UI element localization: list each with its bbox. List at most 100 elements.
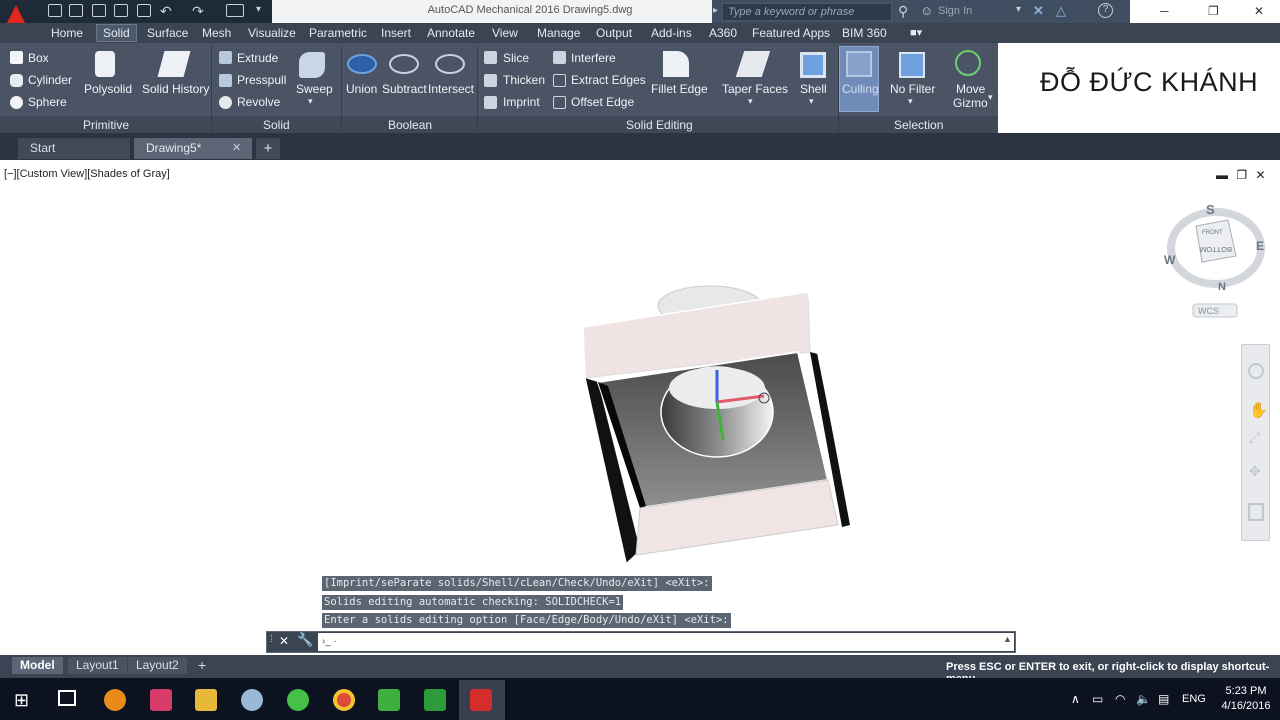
minimize-icon[interactable]: ─ [1160, 4, 1169, 18]
excel-like-icon[interactable] [424, 689, 446, 711]
box-button[interactable]: Box [28, 51, 49, 65]
viewport-restore-icon[interactable]: ❐ [1236, 168, 1247, 182]
paint-icon[interactable] [241, 689, 263, 711]
tab-featured-apps[interactable]: Featured Apps [752, 26, 830, 40]
fillet-edge-button[interactable]: Fillet Edge [651, 82, 708, 96]
tab-parametric[interactable]: Parametric [309, 26, 367, 40]
command-history-toggle-icon[interactable]: ▲ [1003, 634, 1012, 644]
union-button[interactable]: Union [346, 82, 377, 96]
subtract-button[interactable]: Subtract [382, 82, 427, 96]
tab-mesh[interactable]: Mesh [202, 26, 231, 40]
volume-icon[interactable]: 🔈 [1136, 692, 1151, 706]
revolve-button[interactable]: Revolve [237, 95, 280, 109]
slice-button[interactable]: Slice [503, 51, 529, 65]
sweep-button[interactable]: Sweep [296, 82, 333, 96]
battery-icon[interactable]: ▭ [1092, 692, 1103, 706]
tab-model[interactable]: Model [12, 657, 63, 674]
new-file-icon[interactable] [48, 4, 62, 17]
tab-view[interactable]: View [492, 26, 518, 40]
tab-annotate[interactable]: Annotate [427, 26, 475, 40]
no-filter-button[interactable]: No Filter [890, 82, 935, 96]
chrome-icon[interactable] [333, 689, 355, 711]
shell-dropdown-icon[interactable]: ▾ [809, 96, 814, 107]
cylinder-button[interactable]: Cylinder [28, 73, 72, 87]
save-icon[interactable] [92, 4, 106, 17]
task-view-icon[interactable] [58, 690, 76, 706]
taper-faces-button[interactable]: Taper Faces [722, 82, 788, 96]
new-layout-button[interactable]: + [190, 657, 214, 674]
close-icon[interactable]: ✕ [1254, 4, 1264, 18]
shell-button[interactable]: Shell [800, 82, 827, 96]
plot-icon[interactable] [137, 4, 151, 17]
command-input[interactable] [318, 633, 1014, 651]
sign-in-link[interactable]: Sign In [938, 5, 972, 17]
tab-manage[interactable]: Manage [537, 26, 580, 40]
restore-icon[interactable]: ❐ [1208, 4, 1219, 18]
extrude-button[interactable]: Extrude [237, 51, 278, 65]
compass-n[interactable]: N [1218, 281, 1226, 293]
app-green-icon[interactable] [287, 689, 309, 711]
search-expand-icon[interactable]: ▸ [713, 5, 718, 16]
exchange-icon[interactable]: ✕ [1033, 3, 1044, 19]
windows-start-icon[interactable]: ⊞ [14, 690, 29, 711]
no-filter-dropdown-icon[interactable]: ▾ [908, 96, 913, 107]
intersect-button[interactable]: Intersect [428, 82, 474, 96]
file-explorer-icon[interactable] [195, 689, 217, 711]
command-grip-icon[interactable]: ⁞ [270, 634, 273, 645]
sphere-button[interactable]: Sphere [28, 95, 67, 109]
move-gizmo-button[interactable]: Move [956, 82, 985, 96]
compass-w[interactable]: W [1164, 253, 1176, 267]
open-file-icon[interactable] [69, 4, 83, 17]
undo-icon[interactable]: ↶ [160, 3, 172, 20]
viewcube-face-bottom[interactable]: BOTTOM [1200, 245, 1232, 254]
imprint-button[interactable]: Imprint [503, 95, 540, 109]
binoculars-icon[interactable]: ⚲ [898, 3, 908, 20]
offset-edge-button[interactable]: Offset Edge [571, 95, 634, 109]
a360-icon[interactable]: △ [1056, 3, 1066, 19]
interfere-button[interactable]: Interfere [571, 51, 616, 65]
new-tab-button[interactable]: + [256, 138, 280, 159]
workspace-icon[interactable] [226, 4, 244, 17]
extract-edges-button[interactable]: Extract Edges [571, 73, 646, 87]
compass-s[interactable]: S [1206, 202, 1215, 217]
notifications-icon[interactable]: ▤ [1158, 692, 1169, 706]
move-gizmo-dropdown-icon[interactable]: ▾ [988, 92, 993, 103]
tab-bim-360[interactable]: BIM 360 [842, 26, 887, 40]
viewcube-cube[interactable] [1195, 219, 1237, 263]
zoom-extents-icon[interactable]: ⤢ [1249, 429, 1260, 446]
qat-dropdown-icon[interactable]: ▾ [256, 4, 261, 15]
compass-e[interactable]: E [1256, 239, 1264, 253]
viewcube[interactable]: S E W N FRONT BOTTOM WCS [1160, 200, 1272, 325]
ribbon-options-icon[interactable]: ■▾ [910, 26, 922, 39]
input-language[interactable]: ENG [1182, 693, 1206, 705]
tab-add-ins[interactable]: Add-ins [651, 26, 692, 40]
presspull-button[interactable]: Presspull [237, 73, 286, 87]
signin-dropdown-icon[interactable]: ▾ [1016, 4, 1021, 15]
tab-solid[interactable]: Solid [96, 24, 137, 42]
showmotion-icon[interactable] [1248, 503, 1264, 521]
viewcube-face-front[interactable]: FRONT [1202, 230, 1223, 236]
orbit-icon[interactable]: ✥ [1249, 463, 1261, 480]
app-icon[interactable] [150, 689, 172, 711]
close-tab-icon[interactable]: ✕ [232, 141, 241, 154]
tab-layout1[interactable]: Layout1 [68, 657, 127, 674]
polysolid-button[interactable]: Polysolid [84, 82, 132, 96]
help-icon[interactable]: ? [1098, 3, 1113, 18]
redo-icon[interactable]: ↷ [192, 3, 204, 20]
user-icon[interactable]: ☺ [920, 3, 933, 18]
tab-insert[interactable]: Insert [381, 26, 411, 40]
tab-a360[interactable]: A360 [709, 26, 737, 40]
tab-output[interactable]: Output [596, 26, 632, 40]
command-customize-icon[interactable]: 🔧 [297, 632, 313, 648]
viewport-close-icon[interactable]: ✕ [1255, 168, 1265, 182]
solid-history-button[interactable]: Solid History [142, 82, 209, 96]
wifi-icon[interactable]: ◠ [1115, 692, 1125, 706]
tray-chevron-icon[interactable]: ∧ [1071, 692, 1080, 706]
pan-icon[interactable]: ✋ [1249, 401, 1268, 419]
viewport-minimize-icon[interactable]: ▬ [1216, 168, 1228, 182]
tab-home[interactable]: Home [51, 26, 83, 40]
tab-surface[interactable]: Surface [147, 26, 188, 40]
clock[interactable]: 5:23 PM 4/16/2016 [1216, 684, 1276, 714]
firefox-icon[interactable] [104, 689, 126, 711]
steering-wheel-icon[interactable] [1248, 363, 1264, 379]
